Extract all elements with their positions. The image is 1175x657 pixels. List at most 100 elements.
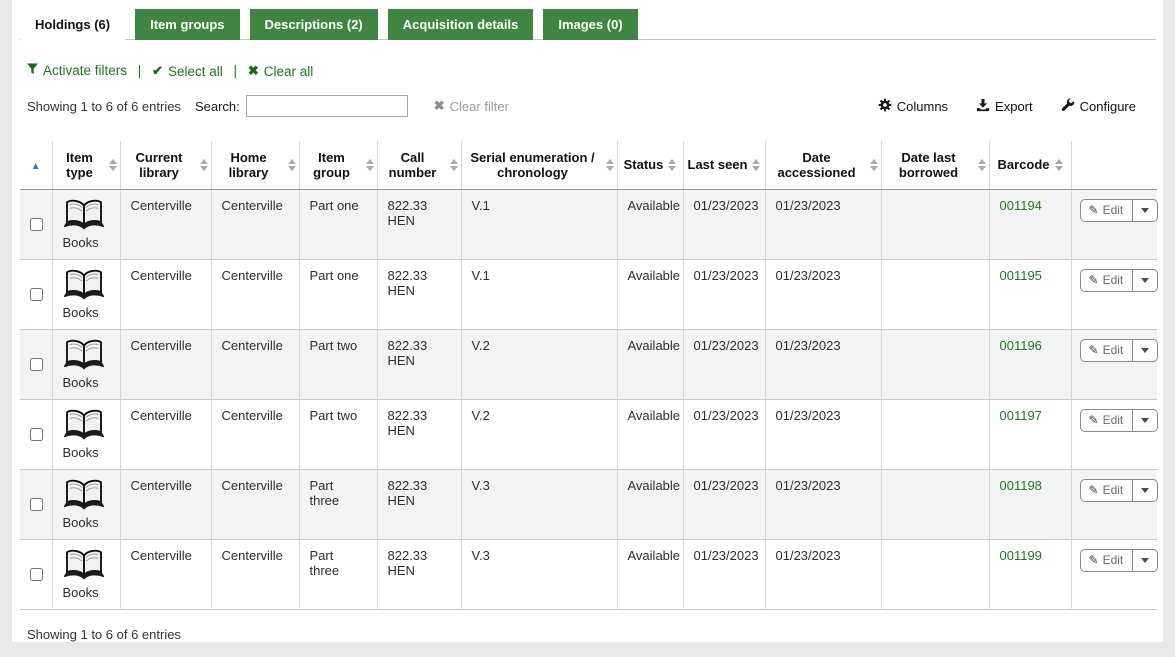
barcode-link[interactable]: 001194 xyxy=(1000,198,1042,213)
edit-button-label: Edit xyxy=(1102,202,1124,217)
row-select-checkbox[interactable] xyxy=(29,217,43,231)
pencil-icon: ✎ xyxy=(1088,552,1099,567)
edit-button-label: Edit xyxy=(1102,412,1124,427)
row-select-checkbox[interactable] xyxy=(29,497,43,511)
clear-filter-button[interactable]: ✖ Clear filter xyxy=(434,98,509,114)
item-group-cell: Part one xyxy=(298,258,377,329)
tab-images-0[interactable]: Images (0) xyxy=(543,9,638,40)
pencil-icon: ✎ xyxy=(1088,202,1099,217)
row-select-checkbox[interactable] xyxy=(29,567,43,581)
column-header-last-seen[interactable]: Last seen xyxy=(682,141,765,190)
pencil-icon: ✎ xyxy=(1088,272,1099,287)
call-number-cell: 822.33 HEN xyxy=(376,538,461,609)
book-icon xyxy=(63,198,110,232)
current-library-cell: Centerville xyxy=(119,188,211,259)
column-header-item-type[interactable]: Item type xyxy=(51,141,120,190)
caret-down-icon xyxy=(1141,207,1150,213)
barcode-cell: 001197 xyxy=(988,398,1071,469)
item-group-cell: Part two xyxy=(298,328,377,399)
barcode-link[interactable]: 001196 xyxy=(1000,338,1042,353)
column-header-item-group[interactable]: Item group xyxy=(298,141,377,190)
edit-dropdown-button[interactable] xyxy=(1133,550,1157,571)
last-seen-cell: 01/23/2023 xyxy=(682,398,765,469)
edit-button[interactable]: ✎ Edit xyxy=(1081,549,1134,571)
edit-dropdown-button[interactable] xyxy=(1133,200,1157,221)
serial-enumeration-cell: V.3 xyxy=(460,538,617,609)
actions-cell: ✎ Edit xyxy=(1070,398,1159,469)
last-seen-cell: 01/23/2023 xyxy=(682,468,765,539)
row-select-checkbox[interactable] xyxy=(29,287,43,301)
column-header-date-accessioned[interactable]: Date accessioned xyxy=(764,141,881,190)
edit-button[interactable]: ✎ Edit xyxy=(1081,199,1134,221)
column-header-select[interactable]: ▲ xyxy=(20,141,52,190)
home-library-cell: Centerville xyxy=(210,188,299,259)
last-seen-cell: 01/23/2023 xyxy=(682,328,765,399)
holdings-table: ▲ Item type Current library Home library It… xyxy=(20,141,1159,610)
edit-dropdown-button[interactable] xyxy=(1133,270,1157,291)
barcode-link[interactable]: 001198 xyxy=(1000,478,1042,493)
date-last-borrowed-cell xyxy=(880,398,989,469)
activate-filters-link[interactable]: Activate filters xyxy=(27,63,127,78)
column-header-barcode[interactable]: Barcode xyxy=(988,141,1071,190)
separator: | xyxy=(233,63,238,78)
current-library-cell: Centerville xyxy=(119,258,211,329)
column-header-current-library[interactable]: Current library xyxy=(119,141,211,190)
tab-holdings-6[interactable]: Holdings (6) xyxy=(20,9,126,40)
sort-carets-icon xyxy=(605,158,614,171)
tab-descriptions-2[interactable]: Descriptions (2) xyxy=(249,9,378,40)
edit-dropdown-button[interactable] xyxy=(1133,340,1157,361)
actions-cell: ✎ Edit xyxy=(1070,258,1159,329)
gear-icon xyxy=(878,98,892,115)
columns-button[interactable]: Columns xyxy=(878,98,948,115)
column-header-home-library[interactable]: Home library xyxy=(210,141,299,190)
row-select-checkbox[interactable] xyxy=(29,357,43,371)
column-header-serial-enumeration-chronology[interactable]: Serial enumeration / chronology xyxy=(460,141,617,190)
sort-carets-icon xyxy=(752,158,761,171)
tab-item-groups[interactable]: Item groups xyxy=(135,9,240,40)
edit-button[interactable]: ✎ Edit xyxy=(1081,339,1134,361)
column-header-date-last-borrowed[interactable]: Date last borrowed xyxy=(880,141,989,190)
edit-button-label: Edit xyxy=(1102,552,1124,567)
last-seen-cell: 01/23/2023 xyxy=(682,188,765,259)
edit-button[interactable]: ✎ Edit xyxy=(1081,269,1134,291)
activate-filters-label: Activate filters xyxy=(43,63,128,78)
date-accessioned-cell: 01/23/2023 xyxy=(764,468,881,539)
actions-cell: ✎ Edit xyxy=(1070,538,1159,609)
date-accessioned-cell: 01/23/2023 xyxy=(764,538,881,609)
edit-button[interactable]: ✎ Edit xyxy=(1081,409,1134,431)
search-input[interactable] xyxy=(245,95,408,117)
column-label: Date last borrowed xyxy=(898,149,959,180)
actions-cell: ✎ Edit xyxy=(1070,328,1159,399)
item-type-cell: Books xyxy=(51,398,120,469)
actions-cell: ✎ Edit xyxy=(1070,188,1159,259)
date-accessioned-cell: 01/23/2023 xyxy=(764,258,881,329)
home-library-cell: Centerville xyxy=(210,538,299,609)
column-label: Status xyxy=(623,157,664,173)
barcode-link[interactable]: 001195 xyxy=(1000,268,1042,283)
column-header-call-number[interactable]: Call number xyxy=(376,141,461,190)
edit-button-group: ✎ Edit xyxy=(1079,408,1159,432)
row-select-checkbox[interactable] xyxy=(29,427,43,441)
clear-all-link[interactable]: ✖ Clear all xyxy=(248,63,313,79)
select-all-link[interactable]: ✔ Select all xyxy=(152,63,223,79)
home-library-cell: Centerville xyxy=(210,258,299,329)
column-header-status[interactable]: Status xyxy=(616,141,683,190)
home-library-cell: Centerville xyxy=(210,468,299,539)
tab-acquisition-details[interactable]: Acquisition details xyxy=(387,9,534,40)
call-number-cell: 822.33 HEN xyxy=(376,188,461,259)
edit-dropdown-button[interactable] xyxy=(1133,480,1157,501)
barcode-link[interactable]: 001199 xyxy=(1000,548,1042,563)
configure-button[interactable]: Configure xyxy=(1061,97,1136,115)
date-last-borrowed-cell xyxy=(880,188,989,259)
edit-button[interactable]: ✎ Edit xyxy=(1081,479,1134,501)
status-cell: Available xyxy=(616,468,683,539)
export-button[interactable]: Export xyxy=(976,98,1033,115)
table-header-row: ▲ Item type Current library Home library It… xyxy=(20,141,1157,190)
barcode-cell: 001194 xyxy=(988,188,1071,259)
call-number-cell: 822.33 HEN xyxy=(376,468,461,539)
edit-dropdown-button[interactable] xyxy=(1133,410,1157,431)
clear-filter-label: Clear filter xyxy=(449,98,509,114)
item-type-cell: Books xyxy=(51,258,120,329)
home-library-cell: Centerville xyxy=(210,398,299,469)
barcode-link[interactable]: 001197 xyxy=(1000,408,1042,423)
